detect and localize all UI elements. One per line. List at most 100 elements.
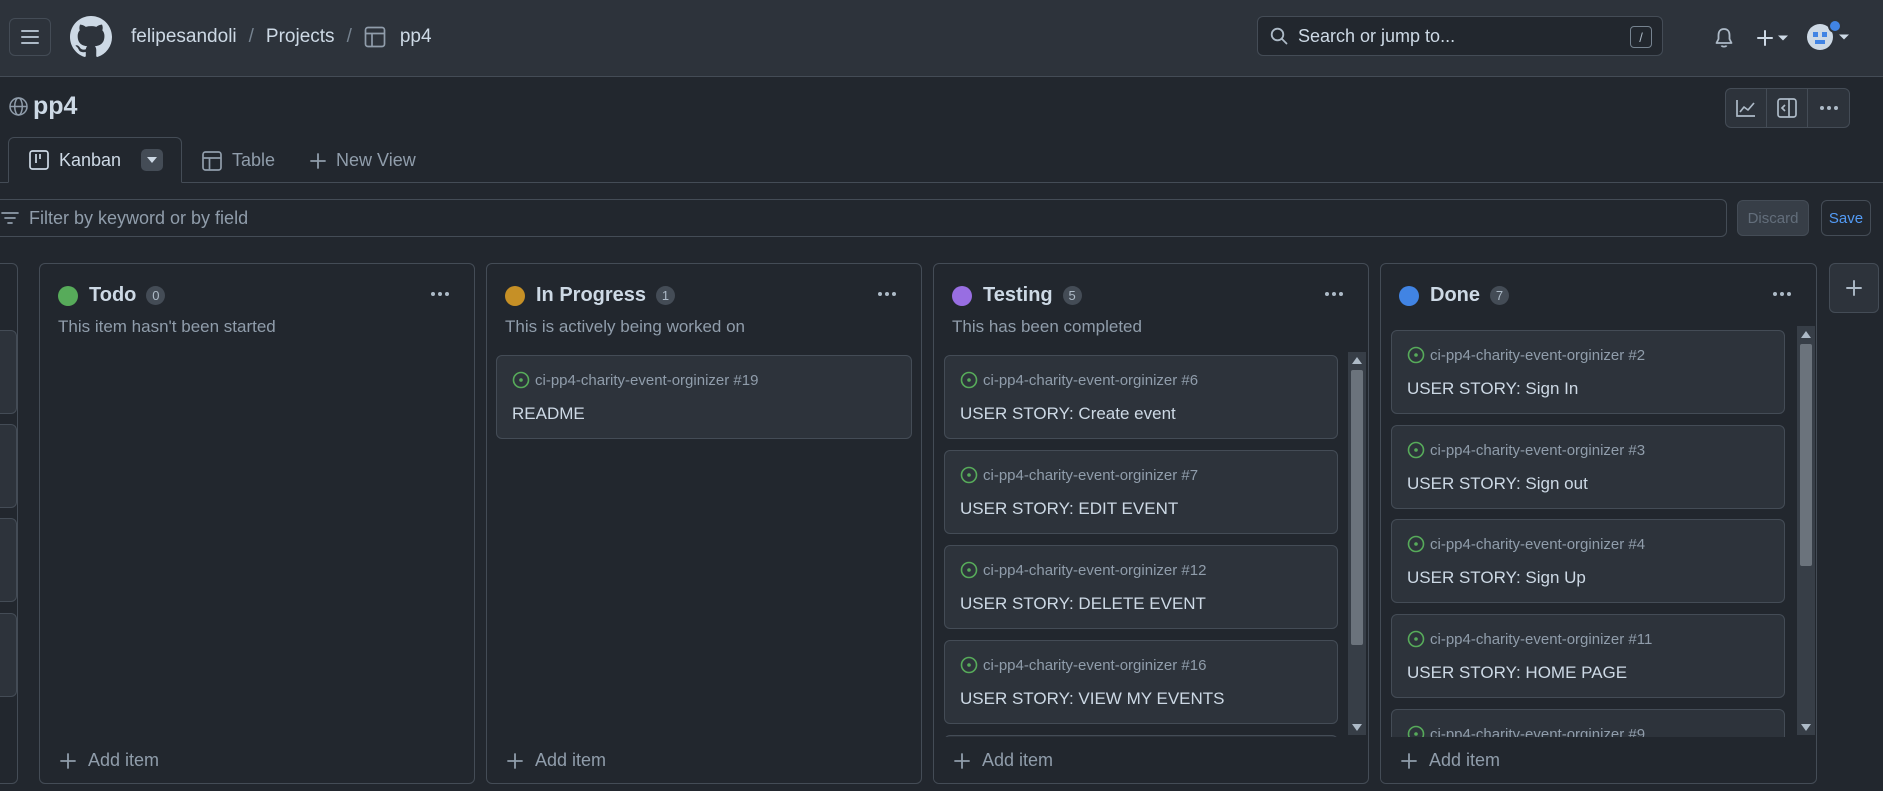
breadcrumb-project-link[interactable]: pp4 xyxy=(400,26,432,48)
column-scrollbar[interactable] xyxy=(1348,352,1366,735)
card-title[interactable]: USER STORY: Create event xyxy=(960,404,1176,424)
github-logo-icon[interactable] xyxy=(70,16,112,58)
scroll-down-arrow[interactable] xyxy=(1352,724,1362,731)
add-item-button[interactable]: Add item xyxy=(507,750,606,771)
column-name: Done xyxy=(1430,284,1480,306)
column-count-badge: 0 xyxy=(146,286,166,305)
filter-placeholder: Filter by keyword or by field xyxy=(29,207,249,228)
issue-card[interactable]: ci-pp4-charity-event-orginizer #11 USER … xyxy=(1391,614,1785,698)
issue-card[interactable]: ci-pp4-charity-event-orginizer #6 USER S… xyxy=(944,355,1338,439)
card-reference[interactable]: ci-pp4-charity-event-orginizer #3 xyxy=(1430,442,1645,459)
issue-card[interactable]: ci-pp4-charity-event-orginizer #2 USER S… xyxy=(1391,330,1785,414)
card-title[interactable]: USER STORY: DELETE EVENT xyxy=(960,594,1206,614)
globe-icon xyxy=(9,97,28,116)
tab-kanban[interactable]: Kanban xyxy=(8,137,182,183)
card-title[interactable]: README xyxy=(512,404,585,424)
filter-input[interactable]: Filter by keyword or by field xyxy=(0,199,1727,237)
plus-icon xyxy=(1401,752,1417,769)
card-meta: ci-pp4-charity-event-orginizer #3 xyxy=(1407,441,1645,459)
breadcrumb-projects-link[interactable]: Projects xyxy=(266,26,335,48)
kebab-horizontal-icon xyxy=(878,292,896,296)
column-menu-button[interactable] xyxy=(1766,280,1798,308)
issue-opened-icon xyxy=(960,371,978,389)
more-options-button[interactable] xyxy=(1808,89,1849,127)
issue-opened-icon xyxy=(960,656,978,674)
caret-down-icon xyxy=(1777,35,1788,41)
card-title[interactable]: USER STORY: Sign In xyxy=(1407,379,1578,399)
new-view-button[interactable]: New View xyxy=(310,150,416,171)
issue-opened-icon xyxy=(1407,535,1425,553)
issue-card[interactable]: ci-pp4-charity-event-orginizer #12 USER … xyxy=(944,545,1338,629)
kebab-horizontal-icon xyxy=(431,292,449,296)
column-scrollbar[interactable] xyxy=(1797,326,1815,735)
issue-opened-icon xyxy=(960,466,978,484)
status-dot xyxy=(1399,285,1419,306)
board-column-in-progress: In Progress 1 This is actively being wor… xyxy=(486,263,922,784)
scroll-up-arrow[interactable] xyxy=(1352,357,1362,364)
create-new-button[interactable] xyxy=(1754,24,1790,52)
project-title[interactable]: pp4 xyxy=(33,92,77,121)
save-button[interactable]: Save xyxy=(1821,200,1871,236)
add-item-button[interactable]: Add item xyxy=(954,750,1053,771)
column-menu-button[interactable] xyxy=(871,280,903,308)
tab-label: Kanban xyxy=(59,149,122,170)
search-input[interactable]: Search or jump to... / xyxy=(1257,16,1663,56)
column-count-badge: 1 xyxy=(656,286,676,305)
card-meta: ci-pp4-charity-event-orginizer #11 xyxy=(1407,630,1652,648)
view-options-button[interactable] xyxy=(141,149,164,171)
issue-opened-icon xyxy=(1407,346,1425,364)
card-title[interactable]: USER STORY: HOME PAGE xyxy=(1407,663,1627,683)
filter-icon xyxy=(1,212,19,224)
add-item-label: Add item xyxy=(88,750,160,770)
scroll-up-arrow[interactable] xyxy=(1801,331,1811,338)
column-menu-button[interactable] xyxy=(1318,280,1350,308)
column-description: This is actively being worked on xyxy=(505,317,746,336)
column-description: This has been completed xyxy=(952,317,1142,336)
notifications-button[interactable] xyxy=(1710,24,1738,52)
card-partial[interactable] xyxy=(0,330,17,414)
scrollbar-thumb[interactable] xyxy=(1800,344,1812,566)
hamburger-icon xyxy=(21,30,39,44)
menu-button[interactable] xyxy=(9,18,51,56)
issue-card[interactable]: ci-pp4-charity-event-orginizer #7 USER S… xyxy=(944,450,1338,534)
card-reference[interactable]: ci-pp4-charity-event-orginizer #6 xyxy=(983,372,1198,389)
card-partial[interactable] xyxy=(0,424,17,508)
card-reference[interactable]: ci-pp4-charity-event-orginizer #2 xyxy=(1430,347,1645,364)
column-menu-button[interactable] xyxy=(424,280,456,308)
add-column-button[interactable] xyxy=(1829,263,1879,313)
insights-button[interactable] xyxy=(1726,89,1767,127)
card-title[interactable]: USER STORY: Sign out xyxy=(1407,474,1588,494)
side-panel-button[interactable] xyxy=(1767,89,1808,127)
issue-card[interactable]: ci-pp4-charity-event-orginizer #19 READM… xyxy=(496,355,912,439)
issue-card[interactable]: ci-pp4-charity-event-orginizer #4 USER S… xyxy=(1391,519,1785,603)
scroll-down-arrow[interactable] xyxy=(1801,724,1811,731)
card-reference[interactable]: ci-pp4-charity-event-orginizer #7 xyxy=(983,467,1198,484)
issue-card[interactable]: ci-pp4-charity-event-orginizer #3 USER S… xyxy=(1391,425,1785,509)
card-reference[interactable]: ci-pp4-charity-event-orginizer #4 xyxy=(1430,536,1645,553)
discard-button[interactable]: Discard xyxy=(1737,200,1809,236)
card-reference[interactable]: ci-pp4-charity-event-orginizer #19 xyxy=(535,372,758,389)
card-meta: ci-pp4-charity-event-orginizer #7 xyxy=(960,466,1198,484)
card-partial[interactable] xyxy=(0,613,17,697)
board-column-done: Done 7 ci-pp4-charity-event-orginizer #2… xyxy=(1380,263,1817,784)
triangle-down-icon xyxy=(147,157,158,163)
card-title[interactable]: USER STORY: EDIT EVENT xyxy=(960,499,1178,519)
add-item-button[interactable]: Add item xyxy=(60,750,159,771)
card-title[interactable]: USER STORY: Sign Up xyxy=(1407,568,1586,588)
add-item-button[interactable]: Add item xyxy=(1401,750,1500,771)
column-name: In Progress xyxy=(536,284,647,306)
user-menu-button[interactable] xyxy=(1806,18,1850,56)
tab-table[interactable]: Table xyxy=(202,150,275,171)
bell-icon xyxy=(1715,28,1733,48)
card-reference[interactable]: ci-pp4-charity-event-orginizer #11 xyxy=(1430,631,1652,648)
breadcrumb-separator: / xyxy=(248,26,254,47)
scrollbar-thumb[interactable] xyxy=(1351,370,1363,645)
plus-icon xyxy=(954,752,970,769)
card-partial[interactable] xyxy=(0,518,17,602)
card-title[interactable]: USER STORY: VIEW MY EVENTS xyxy=(960,689,1225,709)
breadcrumb-owner-link[interactable]: felipesandoli xyxy=(131,26,237,48)
card-reference[interactable]: ci-pp4-charity-event-orginizer #16 xyxy=(983,657,1206,674)
issue-card[interactable]: ci-pp4-charity-event-orginizer #16 USER … xyxy=(944,640,1338,724)
search-icon xyxy=(1270,27,1288,45)
card-reference[interactable]: ci-pp4-charity-event-orginizer #12 xyxy=(983,562,1206,579)
